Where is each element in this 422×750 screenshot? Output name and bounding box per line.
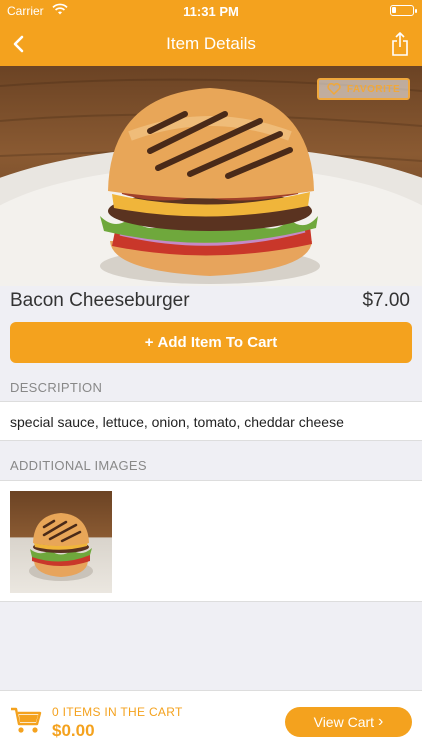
favorite-label: FAVORITE bbox=[346, 83, 401, 95]
burger-thumbnail-illustration bbox=[29, 513, 93, 581]
navigation-bar: Carrier 11:31 PM Item Details bbox=[0, 0, 422, 66]
add-to-cart-label: Add Item To Cart bbox=[157, 334, 278, 351]
plus-icon: + bbox=[144, 334, 154, 351]
additional-image-thumbnail[interactable] bbox=[10, 491, 112, 593]
page-title: Item Details bbox=[166, 34, 256, 53]
cart-total: $0.00 bbox=[52, 721, 95, 740]
item-name: Bacon Cheeseburger bbox=[10, 290, 190, 311]
battery-icon bbox=[390, 5, 417, 16]
share-button[interactable] bbox=[388, 30, 412, 58]
item-title-row: Bacon Cheeseburger $7.00 bbox=[0, 286, 422, 318]
additional-images-box bbox=[0, 480, 422, 602]
item-photo: FAVORITE bbox=[0, 66, 422, 286]
description-box: special sauce, lettuce, onion, tomato, c… bbox=[0, 401, 422, 441]
status-time: 11:31 PM bbox=[183, 4, 239, 19]
cart-bar: 0 ITEMS IN THE CART $0.00 View Cart › bbox=[0, 690, 422, 750]
description-text: special sauce, lettuce, onion, tomato, c… bbox=[10, 414, 344, 430]
chevron-right-icon: › bbox=[378, 713, 384, 730]
status-bar: Carrier 11:31 PM bbox=[0, 0, 422, 22]
cart-items-count: 0 ITEMS IN THE CART bbox=[52, 705, 183, 719]
view-cart-button[interactable]: View Cart › bbox=[285, 707, 412, 737]
cart-icon bbox=[11, 707, 42, 733]
item-price: $7.00 bbox=[362, 290, 410, 311]
heart-icon bbox=[327, 83, 341, 95]
additional-images-header: ADDITIONAL IMAGES bbox=[10, 458, 147, 473]
favorite-button[interactable]: FAVORITE bbox=[317, 78, 410, 100]
view-cart-label: View Cart bbox=[313, 714, 375, 730]
description-header: DESCRIPTION bbox=[10, 380, 103, 395]
cart-button[interactable] bbox=[10, 706, 42, 736]
add-to-cart-button[interactable]: + Add Item To Cart bbox=[10, 322, 412, 363]
share-icon bbox=[392, 32, 408, 56]
battery-level bbox=[392, 7, 396, 13]
